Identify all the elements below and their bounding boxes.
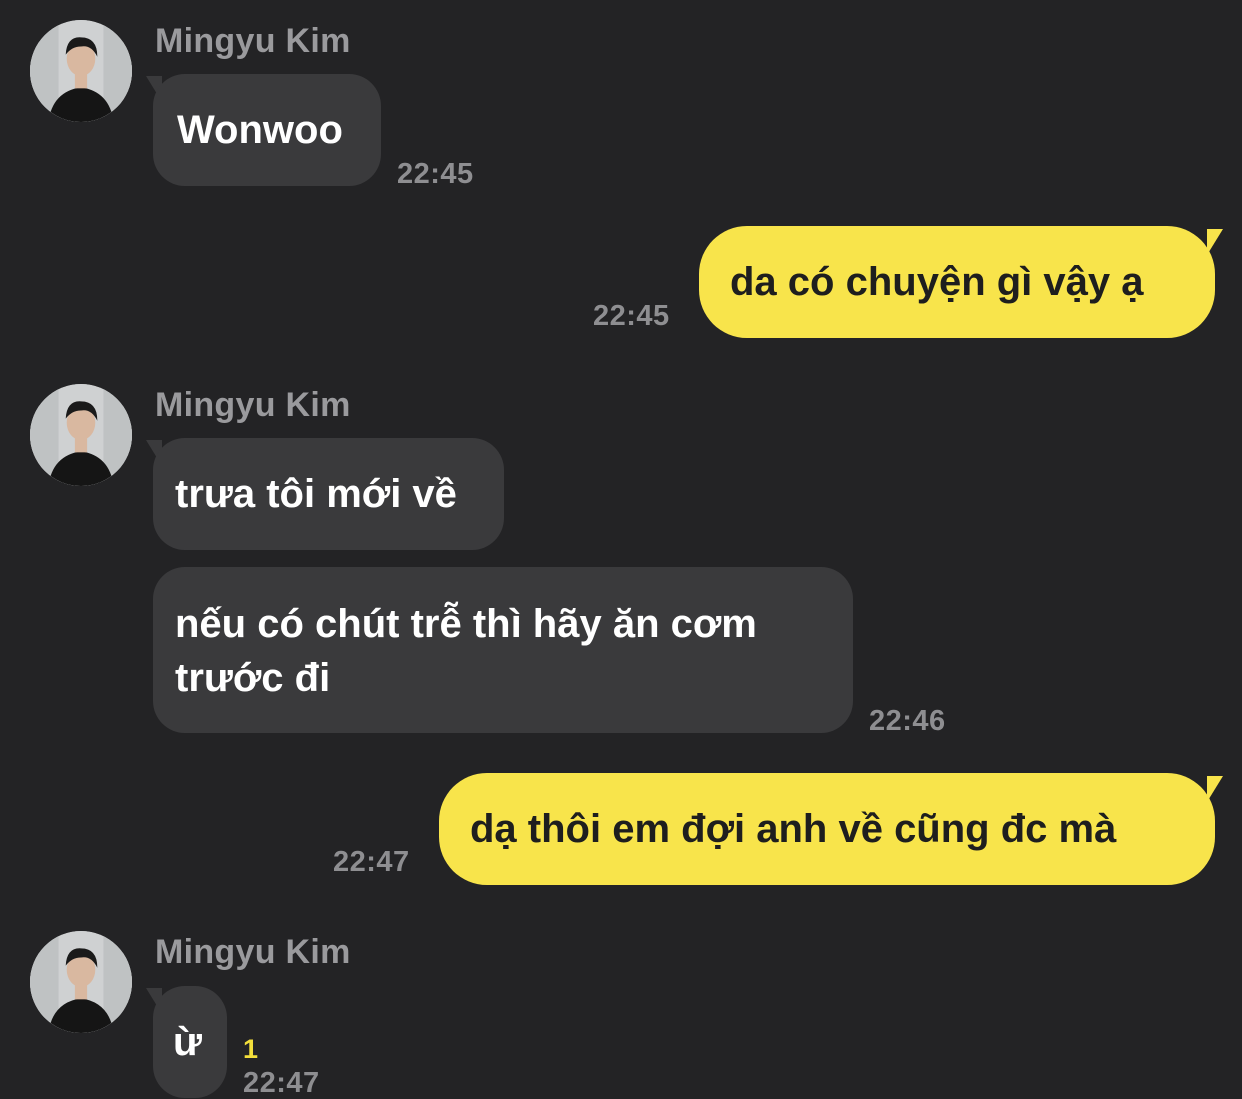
avatar[interactable] xyxy=(30,20,132,122)
message-timestamp: 22:46 xyxy=(869,705,946,737)
profile-photo xyxy=(30,384,132,486)
message-timestamp: 22:47 xyxy=(243,1067,320,1099)
sender-name: Mingyu Kim xyxy=(155,22,351,60)
message-timestamp: 22:45 xyxy=(593,300,670,332)
unread-count: 1 xyxy=(243,1034,259,1064)
message-line: trước đi xyxy=(175,656,331,700)
message-bubble[interactable]: Wonwoo xyxy=(153,74,381,186)
message-bubble[interactable]: trưa tôi mới về xyxy=(153,438,504,550)
message-bubble[interactable]: ừ xyxy=(153,986,227,1098)
message-bubble[interactable]: dạ thôi em đợi anh về cũng đc mà xyxy=(439,773,1215,885)
sender-name: Mingyu Kim xyxy=(155,933,351,971)
message-bubble[interactable]: nếu có chút trễ thì hãy ăn cơm trước đi xyxy=(153,567,853,733)
message-timestamp: 22:45 xyxy=(397,158,474,190)
sender-name: Mingyu Kim xyxy=(155,386,351,424)
profile-photo xyxy=(30,20,132,122)
profile-photo xyxy=(30,931,132,1033)
avatar[interactable] xyxy=(30,384,132,486)
message-line: nếu có chút trễ thì hãy ăn cơm xyxy=(175,602,757,646)
message-bubble[interactable]: da có chuyện gì vậy ạ xyxy=(699,226,1215,338)
message-timestamp: 22:47 xyxy=(333,846,410,878)
avatar[interactable] xyxy=(30,931,132,1033)
